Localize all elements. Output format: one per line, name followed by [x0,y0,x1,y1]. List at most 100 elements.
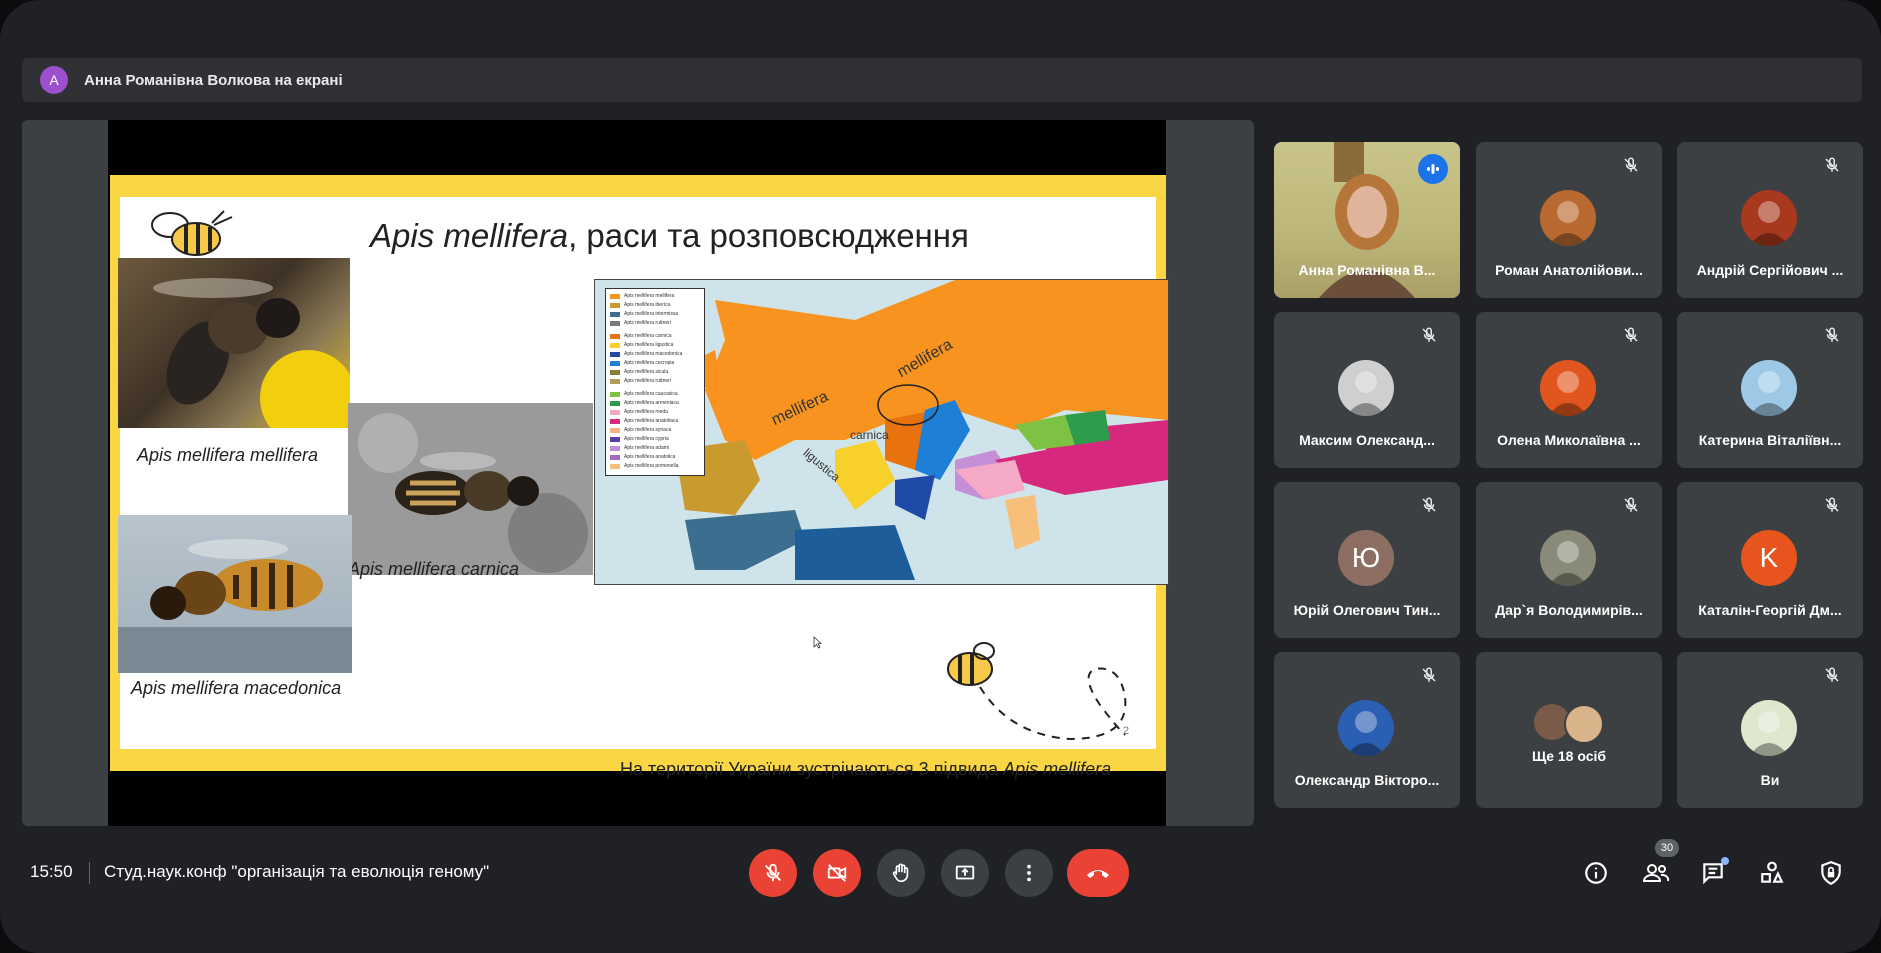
slide-page-number: 2 [1123,725,1130,737]
mic-off-icon [1420,666,1438,684]
legend-entry: Apis mellifera meda [610,408,700,416]
legend-label: Apis mellifera cecropia [624,360,675,366]
camera-off-icon [827,864,847,882]
mic-off-icon [1420,326,1438,344]
participant-avatar [1540,190,1596,246]
legend-swatch [610,427,620,433]
legend-entry: Apis mellifera armeniaca [610,399,700,407]
activities-button[interactable] [1754,855,1790,891]
people-icon [1642,864,1670,882]
mic-off-icon [765,863,781,882]
participant-tile[interactable]: Анна Романівна В... [1274,142,1460,298]
more-participants-avatars [1534,704,1604,744]
leave-call-button[interactable] [1067,849,1129,897]
clock: 15:50 [30,862,73,881]
map-legend: Apis mellifera mellifera Apis mellifera i… [605,288,705,476]
present-icon [955,865,975,880]
participant-name: Максим Олександ... [1299,432,1435,448]
participant-tile[interactable]: Дар`я Володимирів... [1476,482,1662,638]
mic-off-icon [1420,496,1438,514]
legend-swatch [610,360,620,366]
more-vert-icon [1027,864,1031,882]
present-screen-button[interactable] [941,849,989,897]
participant-name: Юрій Олегович Тин... [1293,602,1441,618]
participant-tile[interactable]: Максим Олександ... [1274,312,1460,468]
legend-swatch [610,445,620,451]
participant-tile[interactable]: K Каталін-Георгій Дм... [1677,482,1863,638]
legend-swatch [610,351,620,357]
legend-entry: Apis mellifera iberica [610,301,700,309]
participant-avatar: K [1741,530,1797,586]
raise-hand-button[interactable] [877,849,925,897]
legend-label: Apis mellifera adami [624,445,670,451]
legend-swatch [610,463,620,469]
shared-screen: Apis mellifera, раси та розповсюдження A… [22,120,1254,826]
legend-entry: Apis mellifera adami [610,444,700,452]
legend-swatch [610,378,620,384]
participant-avatar [1338,360,1394,416]
host-controls-button[interactable] [1813,855,1849,891]
legend-entry: Apis mellifera ligustica [610,341,700,349]
participant-avatar [1338,700,1394,756]
participant-tile[interactable]: Ще 18 осіб [1476,652,1662,808]
info-icon [1585,862,1607,884]
legend-label: Apis mellifera armeniaca [624,400,679,406]
participant-name: Олена Миколаївна ... [1497,432,1641,448]
participant-tile[interactable]: Ви [1677,652,1863,808]
legend-entry: Apis mellifera ruttneri [610,319,700,327]
legend-entry: Apis mellifera sicula [610,368,700,376]
legend-entry: Apis mellifera pomonella [610,462,700,470]
bee-photo-mellifera [118,258,350,428]
legend-label: Apis mellifera iberica [624,302,671,308]
legend-label: Apis mellifera syriaca [624,427,672,433]
participant-name: Олександр Вікторо... [1294,772,1440,788]
host-controls-icon [1821,861,1841,886]
legend-label: Apis mellifera ruttneri [624,320,671,326]
participant-avatar [1540,530,1596,586]
camera-toggle-button[interactable] [813,849,861,897]
map-label-carnica: carnica [850,428,889,442]
participant-name: Андрій Сергійович ... [1696,262,1844,278]
legend-swatch [610,454,620,460]
legend-entry: Apis mellifera cecropia [610,359,700,367]
legend-entry: Apis mellifera mellifera [610,292,700,300]
participant-name: Каталін-Георгій Дм... [1698,602,1842,618]
speaking-indicator-icon [1418,154,1448,184]
legend-label: Apis mellifera meda [624,409,668,415]
chat-unread-dot [1721,857,1729,865]
hand-icon [892,863,909,883]
participant-tile[interactable]: Олена Миколаївна ... [1476,312,1662,468]
legend-swatch [610,302,620,308]
participant-tile[interactable]: Андрій Сергійович ... [1677,142,1863,298]
mic-off-icon [1622,326,1640,344]
map-caption: На території України зустрічаються 3 під… [620,759,1112,779]
participant-tile[interactable]: Ю Юрій Олегович Тин... [1274,482,1460,638]
participant-name: Анна Романівна В... [1298,262,1436,278]
participant-tile[interactable]: Катерина Віталіївн... [1677,312,1863,468]
mic-off-icon [1823,156,1841,174]
more-options-button[interactable] [1005,849,1053,897]
mic-off-icon [1823,666,1841,684]
mic-off-icon [1823,496,1841,514]
legend-swatch [610,369,620,375]
meeting-details-button[interactable] [1578,855,1614,891]
participant-name: Роман Анатолійови... [1495,262,1643,278]
legend-entry: Apis mellifera ruttneri [610,377,700,385]
legend-entry: Apis mellifera macedonica [610,350,700,358]
people-button[interactable] [1638,855,1674,891]
participant-name: Дар`я Володимирів... [1495,602,1643,618]
activities-icon [1761,861,1784,883]
slide-content: Apis mellifera, раси та розповсюдження A… [118,197,1169,779]
participant-tile[interactable]: Олександр Вікторо... [1274,652,1460,808]
legend-label: Apis mellifera carnica [624,333,672,339]
bee-photo-carnica [348,403,593,575]
legend-swatch [610,391,620,397]
legend-entry: Apis mellifera caucasica [610,390,700,398]
bee-doodle-icon [151,210,233,256]
participant-name: Ще 18 осіб [1531,748,1607,764]
mic-toggle-button[interactable] [749,849,797,897]
meeting-title: Студ.наук.конф "організація та еволюція … [104,862,490,881]
legend-label: Apis mellifera intermissa [624,311,679,317]
divider [89,862,90,884]
participant-tile[interactable]: Роман Анатолійови... [1476,142,1662,298]
